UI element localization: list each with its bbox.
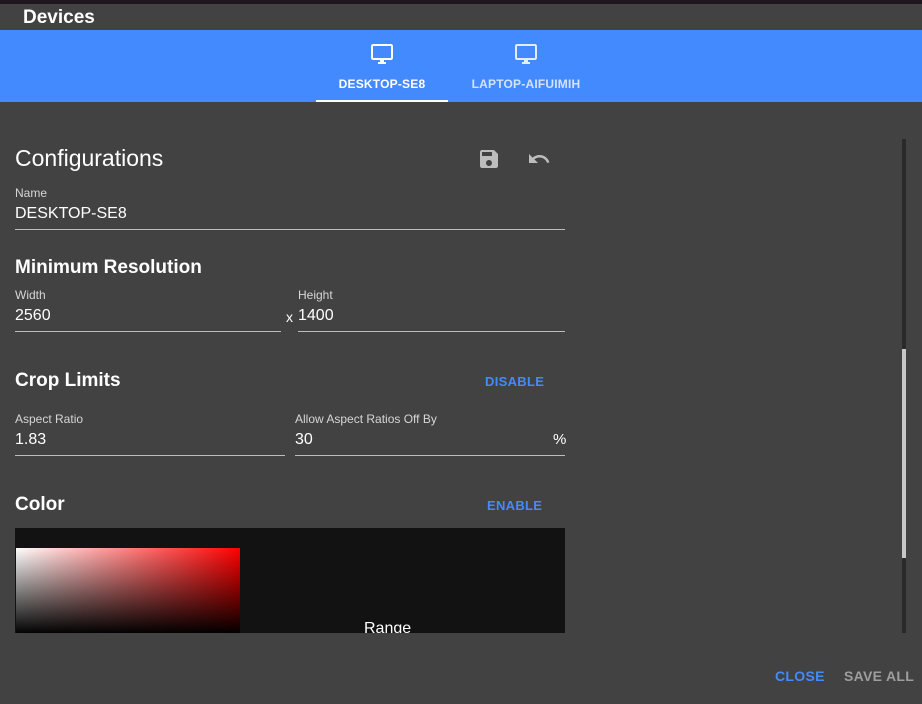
save-icon[interactable] xyxy=(477,147,501,171)
width-field-label: Width xyxy=(15,288,46,302)
aspect-offset-label: Allow Aspect Ratios Off By xyxy=(295,412,437,426)
width-field-underline xyxy=(15,331,281,332)
tab-desktop-se8[interactable]: DESKTOP-SE8 xyxy=(316,30,448,102)
height-field-underline xyxy=(298,331,565,332)
name-field[interactable]: DESKTOP-SE8 xyxy=(15,205,565,223)
color-heading: Color xyxy=(15,494,65,515)
tab-laptop-aifuimih[interactable]: LAPTOP-AIFUIMIH xyxy=(460,30,592,102)
scrollbar-thumb[interactable] xyxy=(902,349,906,558)
name-field-underline xyxy=(15,229,565,230)
aspect-ratio-field[interactable]: 1.83 xyxy=(15,431,285,449)
percent-suffix: % xyxy=(553,431,567,448)
device-tab-bar: DESKTOP-SE8 LAPTOP-AIFUIMIH xyxy=(0,30,922,102)
resolution-separator: x xyxy=(286,309,293,325)
monitor-icon xyxy=(515,44,537,64)
crop-disable-button[interactable]: DISABLE xyxy=(485,374,544,389)
aspect-ratio-underline xyxy=(15,455,285,456)
aspect-offset-underline xyxy=(295,455,565,456)
height-field[interactable]: 1400 xyxy=(298,307,565,325)
crop-limits-heading: Crop Limits xyxy=(15,370,121,391)
tab-label: DESKTOP-SE8 xyxy=(338,77,426,91)
close-button[interactable]: CLOSE xyxy=(775,668,825,684)
dialog-title: Devices xyxy=(23,7,95,28)
width-field[interactable]: 2560 xyxy=(15,307,281,325)
range-label: Range xyxy=(364,620,412,633)
monitor-icon xyxy=(371,44,393,64)
height-field-label: Height xyxy=(298,288,333,302)
configurations-heading: Configurations xyxy=(15,145,164,171)
minimum-resolution-heading: Minimum Resolution xyxy=(15,257,202,278)
dialog-content: Configurations Name DESKTOP-SE8 Minimum … xyxy=(0,102,922,633)
window-top-edge xyxy=(0,0,922,4)
color-picker-panel: Range xyxy=(15,528,565,633)
name-field-label: Name xyxy=(15,186,48,200)
tab-label: LAPTOP-AIFUIMIH xyxy=(471,77,581,91)
undo-icon[interactable] xyxy=(527,147,551,171)
aspect-offset-field[interactable]: 30 xyxy=(295,431,535,449)
saturation-value-gradient[interactable] xyxy=(16,548,240,633)
aspect-ratio-label: Aspect Ratio xyxy=(15,412,84,426)
color-enable-button[interactable]: ENABLE xyxy=(487,498,542,513)
save-all-button[interactable]: SAVE ALL xyxy=(844,668,914,684)
